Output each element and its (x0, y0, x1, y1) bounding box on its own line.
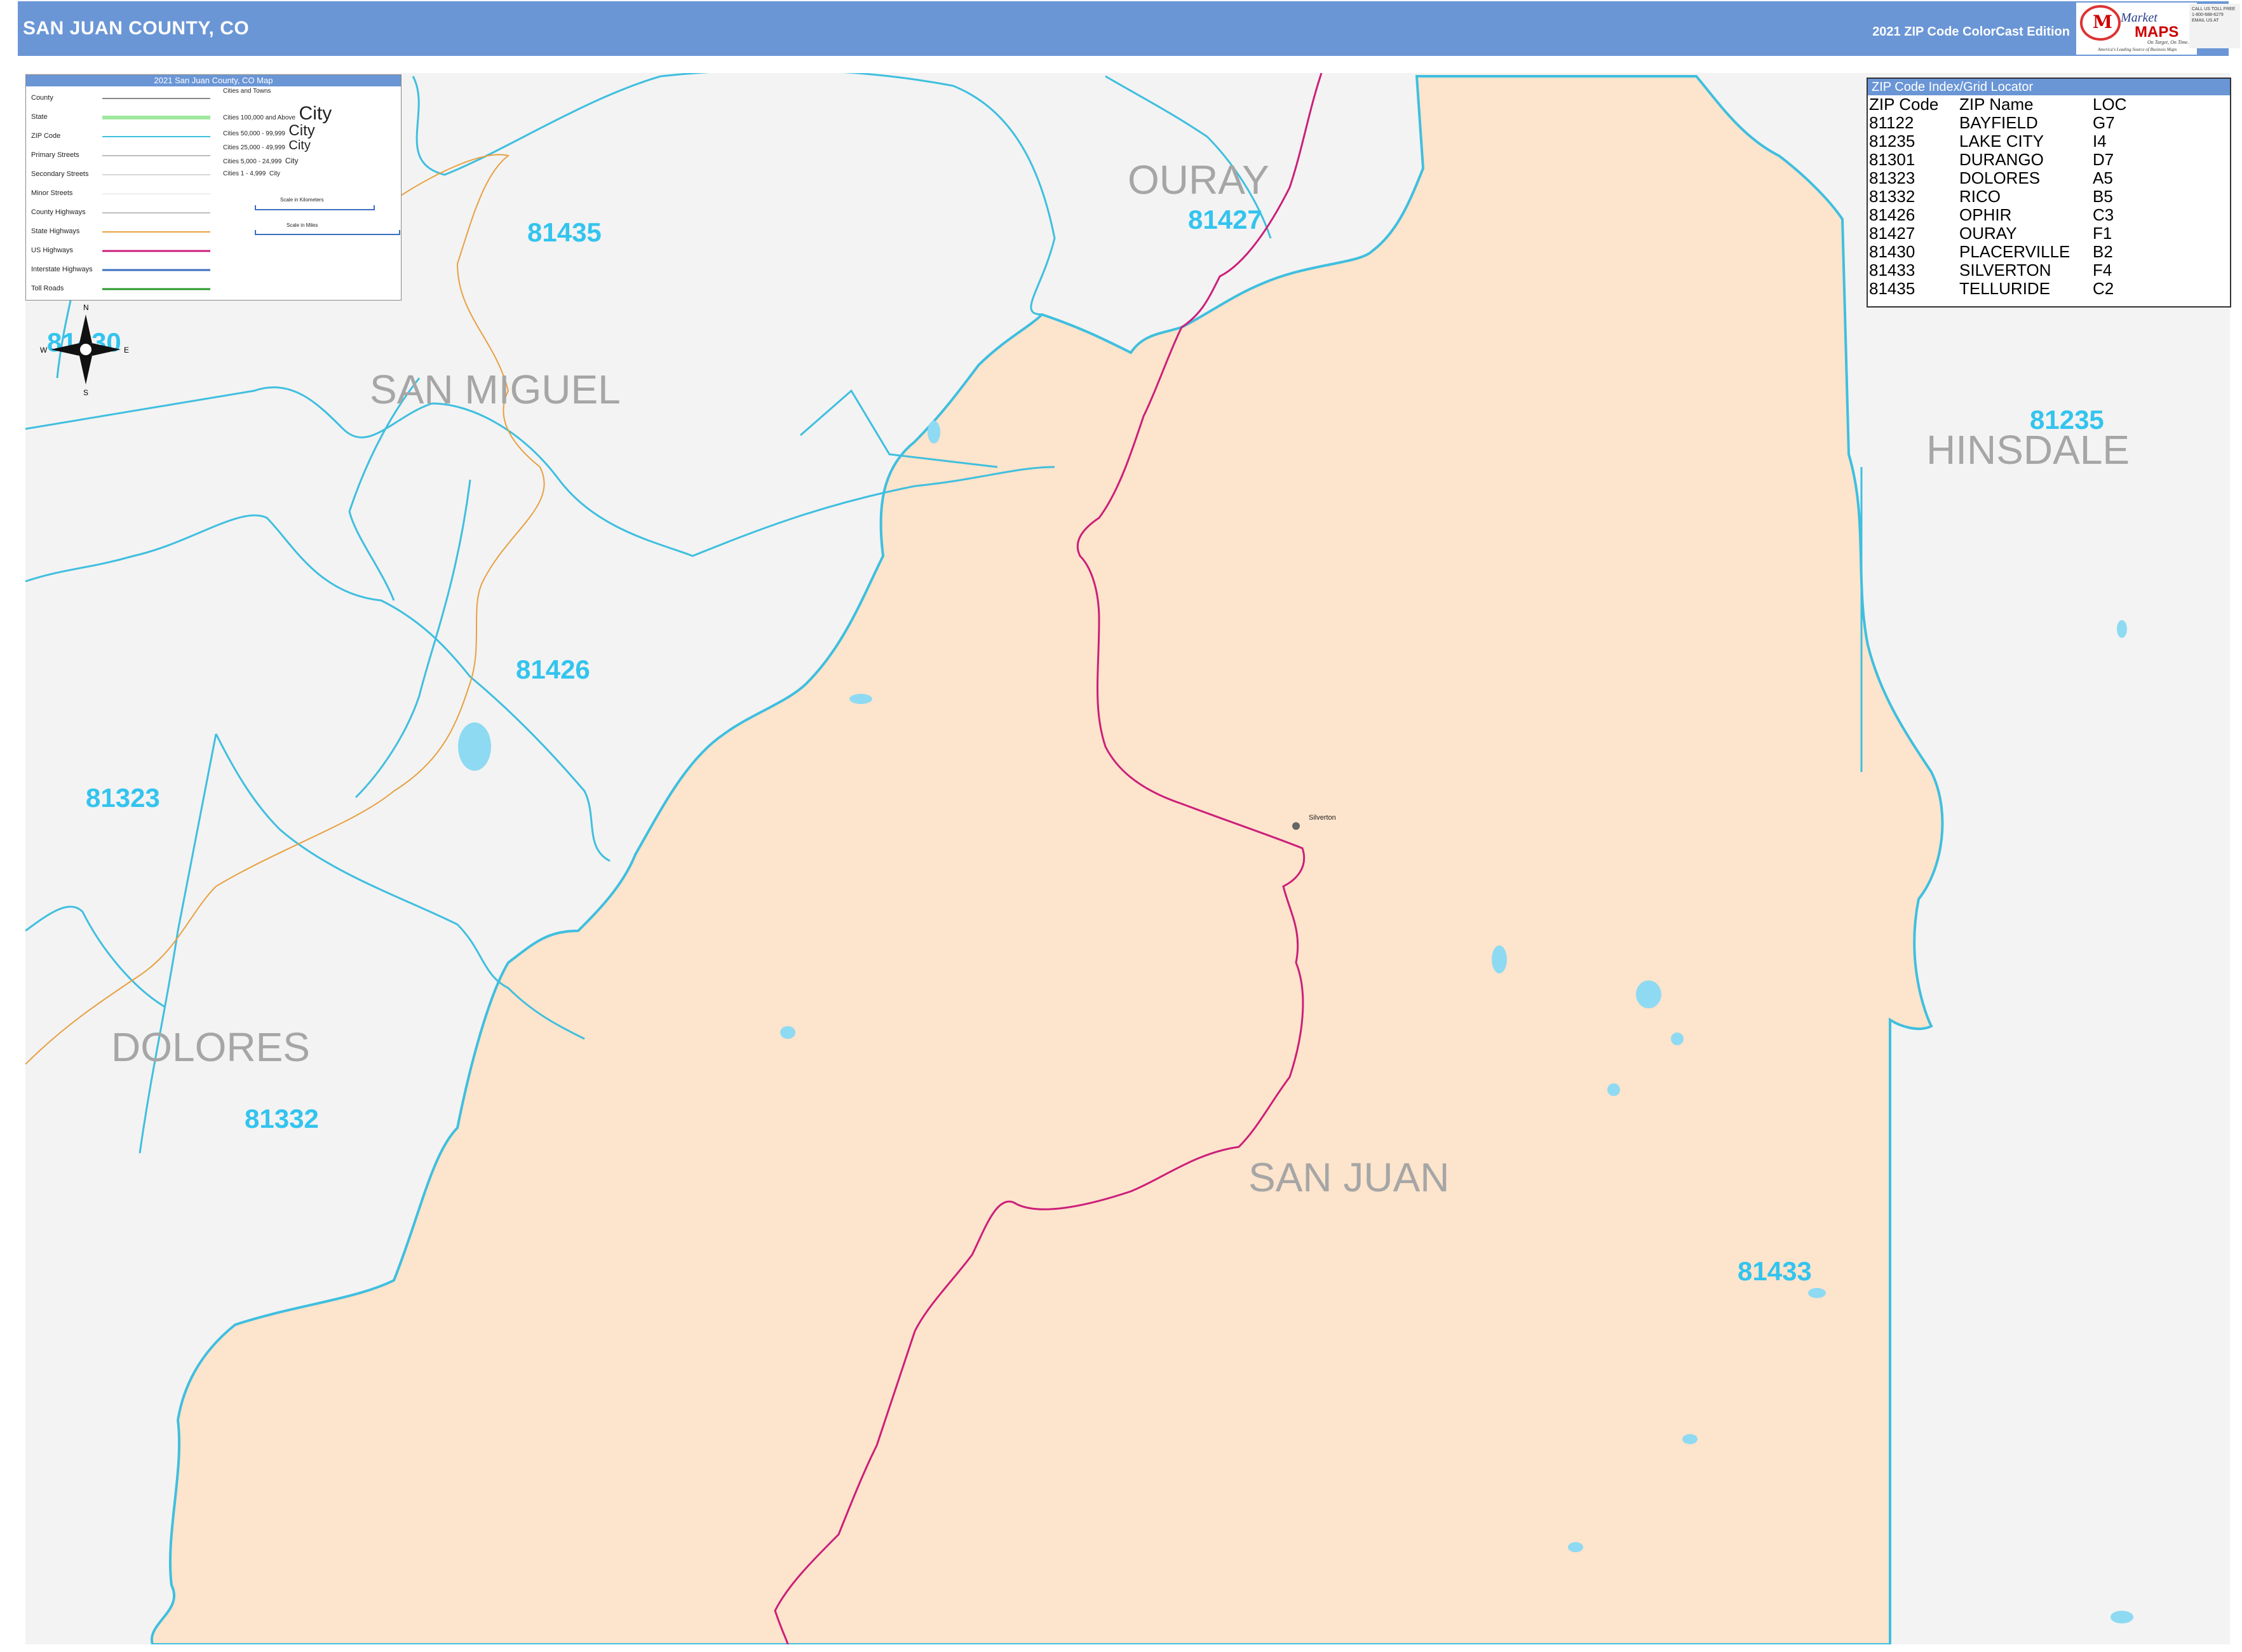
contact-box: CALL US TOLL FREE 1-800-688-6279 EMAIL U… (2189, 4, 2240, 48)
zip-index-col-loc: LOC (2093, 95, 2127, 114)
san-juan-county-area (150, 75, 1944, 1644)
legend-row-state: State (31, 113, 48, 121)
header-bar: SAN JUAN COUNTY, CO 2021 ZIP Code ColorC… (18, 1, 2229, 56)
zip-label-81433: 81433 (1738, 1256, 1812, 1286)
legend-row-zip: ZIP Code (31, 132, 61, 140)
legend-row-secondary: Secondary Streets (31, 170, 89, 178)
svg-text:W: W (40, 346, 48, 355)
svg-text:N: N (83, 303, 89, 312)
table-row: 81332 RICO B5 (1869, 187, 2113, 206)
legend-city-4: Cities 5,000 - 24,999 City (223, 156, 299, 165)
map-title: SAN JUAN COUNTY, CO (23, 18, 250, 39)
logo-tagline2: America's Leading Source of Business Map… (2097, 47, 2177, 52)
svg-text:Silverton: Silverton (1309, 814, 1336, 822)
legend-cities-title: Cities and Towns (223, 88, 271, 95)
legend-row-minor: Minor Streets (31, 189, 73, 197)
svg-text:S: S (83, 388, 88, 397)
legend-scale-mi: Scale in Miles (287, 222, 318, 228)
logo-graphic: M Market MAPS On Target, On Time. Americ… (2080, 5, 2189, 52)
legend-scale-km: Scale in Kilometers (280, 197, 324, 203)
county-label-dolores: DOLORES (111, 1024, 310, 1070)
contact-line3: EMAIL US AT (2192, 18, 2219, 23)
zip-label-81427: 81427 (1188, 205, 1262, 234)
table-row: 81301 DURANGO D7 (1869, 150, 2114, 169)
legend-row-primary: Primary Streets (31, 151, 79, 159)
contact-line2: 1-800-688-6279 (2192, 13, 2224, 17)
contact-line1: CALL US TOLL FREE (2192, 7, 2236, 11)
zip-index-col-name: ZIP Name (1959, 95, 2034, 114)
logo-tagline1: On Target, On Time. (2147, 39, 2189, 45)
table-row: 81426 OPHIR C3 (1869, 205, 2114, 224)
table-row: 81323 DOLORES A5 (1869, 168, 2113, 187)
zip-index-header-row: ZIP Code ZIP Name LOC (1869, 95, 2126, 114)
legend-row-state-hwy: State Highways (31, 227, 80, 235)
county-label-san-juan: SAN JUAN (1248, 1154, 1450, 1200)
legend-row-county: County (31, 94, 53, 102)
zip-label-81426: 81426 (516, 654, 590, 684)
legend-row-toll: Toll Roads (31, 285, 64, 292)
county-label-san-miguel: SAN MIGUEL (370, 367, 621, 412)
table-row: 81235 LAKE CITY I4 (1869, 132, 2107, 151)
zip-index-col-zip: ZIP Code (1869, 95, 1939, 114)
zip-index-title: ZIP Code Index/Grid Locator (1868, 79, 2230, 95)
county-label-ouray: OURAY (1128, 157, 1269, 203)
zip-label-81323: 81323 (86, 783, 160, 813)
legend-scale-mi-bar (255, 230, 400, 235)
edition-label: 2021 ZIP Code ColorCast Edition (1872, 25, 2070, 39)
legend-city-2: Cities 50,000 - 99,999 City (223, 122, 315, 139)
map-canvas: Silverton OURAY SAN MIGUEL HINSDALE DOLO… (25, 73, 2133, 1644)
map-frame: Silverton OURAY SAN MIGUEL HINSDALE DOLO… (25, 73, 2230, 1644)
legend-scale-km-bar (255, 205, 375, 210)
zip-label-81332: 81332 (245, 1104, 319, 1134)
svg-text:E: E (124, 346, 129, 355)
legend-city-3: Cities 25,000 - 49,999 City (223, 139, 311, 152)
table-row: 81122 BAYFIELD G7 (1869, 113, 2115, 132)
zip-index-panel: ZIP Code Index/Grid Locator ZIP Code ZIP… (1867, 78, 2231, 308)
legend-line-samples (102, 98, 210, 290)
legend-row-us-hwy: US Highways (31, 247, 74, 254)
zip-label-81235: 81235 (2030, 405, 2104, 435)
logo-brand-top: Market (2120, 11, 2158, 25)
market-maps-logo[interactable]: M Market MAPS On Target, On Time. Americ… (2076, 3, 2197, 55)
legend-row-interstate: Interstate Highways (31, 266, 93, 273)
table-row: 81433 SILVERTON F4 (1869, 261, 2112, 280)
table-row: 81430 PLACERVILLE B2 (1869, 242, 2113, 261)
map-legend: 2021 San Juan County, CO Map County Stat… (25, 74, 402, 301)
legend-row-county-hwy: County Highways (31, 208, 86, 216)
zip-label-81435: 81435 (527, 217, 602, 247)
legend-city-1: Cities 100,000 and Above City (223, 103, 332, 124)
table-row: 81427 OURAY F1 (1869, 224, 2112, 243)
legend-city-5: Cities 1 - 4,999 City (223, 170, 281, 177)
logo-brand-bottom: MAPS (2135, 24, 2178, 41)
zip-index-table: ZIP Code ZIP Name LOC 81122 BAYFIELD G7 81… (1869, 95, 2126, 298)
legend-title: 2021 San Juan County, CO Map (26, 75, 401, 86)
svg-text:M: M (2093, 11, 2112, 32)
table-row: 81435 TELLURIDE C2 (1869, 279, 2114, 298)
